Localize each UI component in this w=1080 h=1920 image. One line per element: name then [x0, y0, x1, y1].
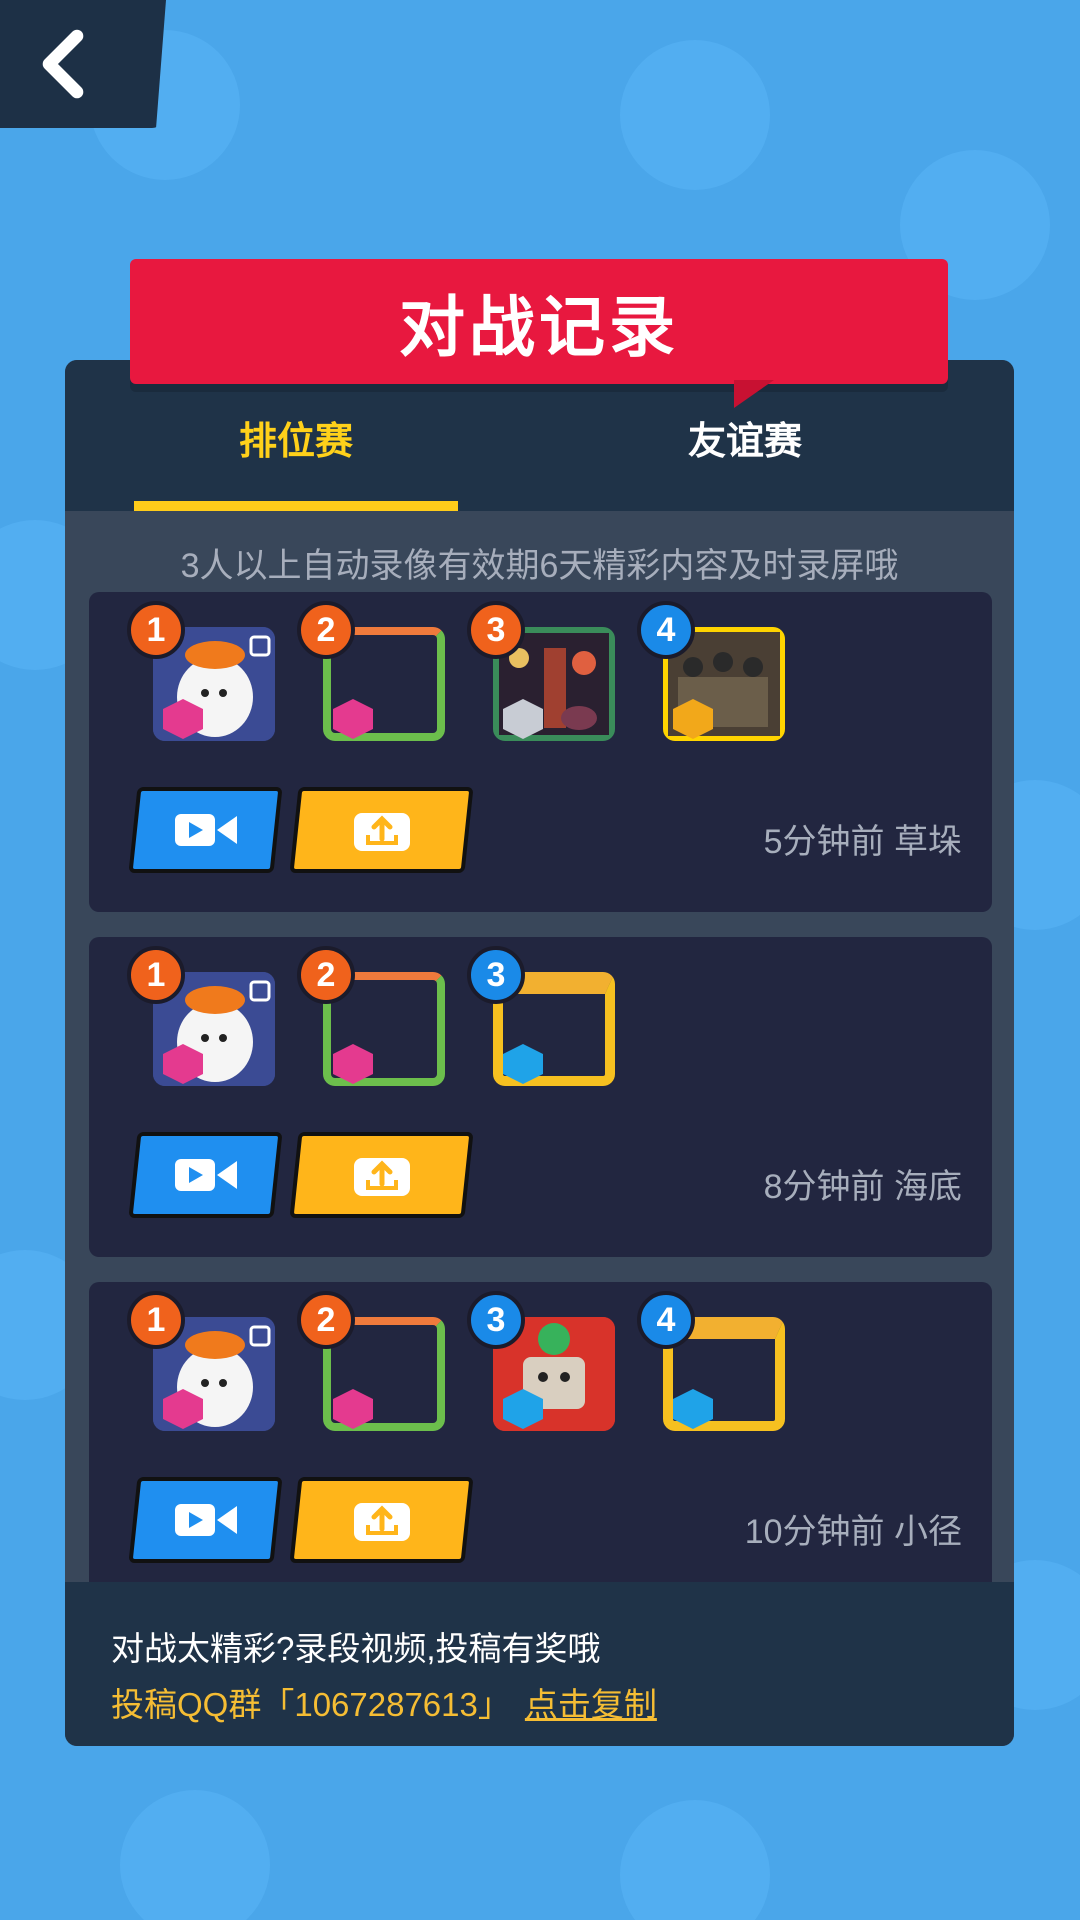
chevron-left-icon: [42, 29, 84, 99]
video-camera-icon: [174, 1504, 237, 1536]
footer-promo-text: 对战太精彩?录段视频,投稿有奖哦: [111, 1630, 601, 1667]
share-video-button[interactable]: [289, 1477, 474, 1563]
player-avatar[interactable]: 2: [297, 1291, 447, 1437]
player-avatar[interactable]: 3: [467, 946, 617, 1092]
share-video-button[interactable]: [289, 1132, 474, 1218]
record-list[interactable]: 1 2 3 4 5分钟前 草垛 1 2 3 8分钟前 海底 1 2 3 4 10…: [65, 592, 1014, 1592]
play-video-button[interactable]: [128, 1132, 283, 1218]
back-button[interactable]: [0, 0, 166, 128]
page-title: 对战记录: [399, 289, 679, 364]
rank-number: 3: [467, 1291, 525, 1349]
rank-number: 4: [637, 1291, 695, 1349]
video-camera-icon: [174, 1159, 237, 1191]
rank-number: 1: [127, 1291, 185, 1349]
rank-number: 2: [297, 1291, 355, 1349]
record-item: 1 2 3: [89, 937, 992, 1257]
tab-ranked[interactable]: 排位赛: [134, 410, 458, 465]
player-avatar[interactable]: 1: [127, 601, 277, 747]
play-video-button[interactable]: [128, 787, 283, 873]
record-item: 1 2 3: [89, 592, 992, 912]
upload-share-icon: [353, 813, 410, 851]
player-avatar[interactable]: 3: [467, 1291, 617, 1437]
player-avatar[interactable]: 4: [637, 1291, 787, 1437]
tab-friendly[interactable]: 友谊赛: [620, 410, 870, 465]
battle-record-panel: 排位赛 友谊赛 3人以上自动录像有效期6天精彩内容及时录屏哦 1 2 3 4 5…: [65, 360, 1014, 1746]
share-video-button[interactable]: [289, 787, 474, 873]
rank-number: 1: [127, 601, 185, 659]
title-banner: 对战记录: [130, 259, 948, 408]
player-avatar[interactable]: 2: [297, 946, 447, 1092]
player-avatar[interactable]: 1: [127, 1291, 277, 1437]
submission-footer: 对战太精彩?录段视频,投稿有奖哦 投稿QQ群「1067287613」 点击复制: [65, 1582, 1014, 1746]
banner-tail: [734, 380, 774, 408]
record-meta: 8分钟前 海底: [763, 1168, 962, 1206]
player-avatar[interactable]: 2: [297, 601, 447, 747]
upload-share-icon: [353, 1158, 410, 1196]
rank-number: 3: [467, 601, 525, 659]
record-meta: 5分钟前 草垛: [763, 823, 962, 861]
rank-number: 2: [297, 946, 355, 1004]
record-meta: 10分钟前 小径: [744, 1513, 962, 1551]
footer-qq-group: 投稿QQ群「1067287613」 点击复制: [111, 1678, 657, 1726]
play-video-button[interactable]: [128, 1477, 283, 1563]
rank-number: 2: [297, 601, 355, 659]
player-avatar[interactable]: 4: [637, 601, 787, 747]
video-camera-icon: [174, 814, 237, 846]
tab-active-indicator: [134, 501, 458, 511]
player-avatar[interactable]: 3: [467, 601, 617, 747]
rank-number: 4: [637, 601, 695, 659]
copy-link[interactable]: 点击复制: [525, 1686, 657, 1723]
rank-number: 1: [127, 946, 185, 1004]
upload-share-icon: [353, 1503, 410, 1541]
rank-number: 3: [467, 946, 525, 1004]
player-avatar[interactable]: 1: [127, 946, 277, 1092]
qq-group-text: 投稿QQ群「1067287613」: [111, 1686, 511, 1723]
record-item: 1 2 3: [89, 1282, 992, 1592]
recording-notice: 3人以上自动录像有效期6天精彩内容及时录屏哦: [180, 547, 899, 585]
